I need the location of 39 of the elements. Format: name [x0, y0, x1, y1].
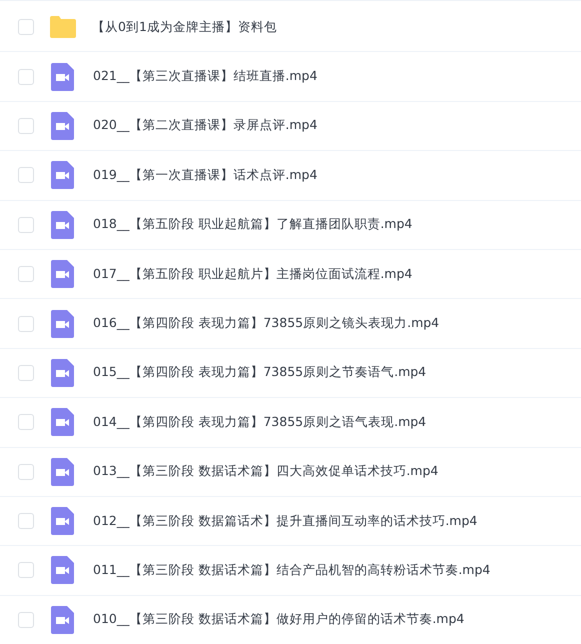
video-file-icon [50, 408, 74, 436]
video-file-icon [50, 260, 74, 288]
video-file-icon [50, 507, 74, 536]
checkbox[interactable] [18, 167, 34, 184]
folder-icon [49, 15, 77, 40]
checkbox[interactable] [18, 216, 34, 233]
file-name[interactable]: 012__【第三阶段 数据篇话术】提升直播间互动率的话术技巧.mp4 [93, 512, 478, 530]
video-file-icon [50, 458, 74, 486]
file-name[interactable]: 019__【第一次直播课】话术点评.mp4 [93, 166, 318, 184]
checkbox[interactable] [18, 562, 34, 578]
checkbox[interactable] [18, 464, 34, 480]
video-file-icon [50, 210, 74, 239]
file-name[interactable]: 【从0到1成为金牌主播】资料包 [92, 18, 277, 36]
video-file-icon [50, 358, 74, 387]
checkbox[interactable] [18, 513, 34, 530]
file-name[interactable]: 018__【第五阶段 职业起航篇】了解直播团队职责.mp4 [93, 216, 412, 234]
checkbox[interactable] [18, 118, 34, 134]
file-name[interactable]: 020__【第二次直播课】录屏点评.mp4 [93, 117, 318, 134]
checkbox[interactable] [18, 266, 34, 282]
video-file-icon [50, 161, 74, 190]
file-name[interactable]: 017__【第五阶段 职业起航片】主播岗位面试流程.mp4 [93, 266, 412, 283]
video-file-icon [50, 62, 74, 91]
video-file-icon [50, 606, 74, 634]
checkbox[interactable] [18, 316, 34, 332]
checkbox[interactable] [18, 612, 34, 628]
checkbox[interactable] [18, 19, 34, 36]
file-name[interactable]: 016__【第四阶段 表现力篇】73855原则之镜头表现力.mp4 [93, 315, 440, 332]
checkbox[interactable] [18, 414, 34, 430]
file-name[interactable]: 021__【第三次直播课】结班直播.mp4 [93, 68, 318, 86]
checkbox[interactable] [18, 68, 34, 85]
file-name[interactable]: 011__【第三阶段 数据话术篇】结合产品机智的高转粉话术节奏.mp4 [93, 562, 490, 579]
file-name[interactable]: 014__【第四阶段 表现力篇】73855原则之语气表现.mp4 [93, 414, 426, 431]
video-file-icon [50, 310, 74, 338]
video-file-icon [50, 556, 74, 584]
file-name[interactable]: 013__【第三阶段 数据话术篇】四大高效促单话术技巧.mp4 [93, 463, 438, 480]
file-name[interactable]: 015__【第四阶段 表现力篇】73855原则之节奏语气.mp4 [93, 364, 426, 382]
video-file-icon [50, 112, 74, 140]
file-name[interactable]: 010__【第三阶段 数据话术篇】做好用户的停留的话术节奏.mp4 [93, 611, 464, 628]
checkbox[interactable] [18, 364, 34, 381]
